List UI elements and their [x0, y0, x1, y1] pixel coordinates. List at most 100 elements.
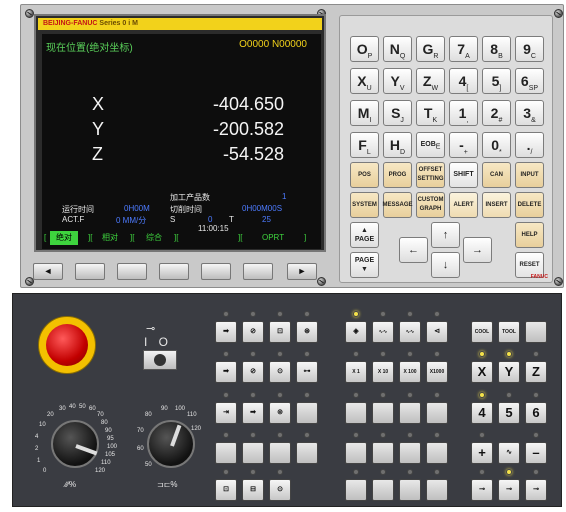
- coolant-button[interactable]: COOL: [471, 321, 493, 343]
- key-dot[interactable]: ./: [515, 132, 544, 158]
- axis-5-button[interactable]: 5: [498, 402, 520, 424]
- axis-z-button[interactable]: Z: [525, 361, 547, 383]
- key-9-C[interactable]: 9C: [515, 36, 544, 62]
- dry-run-button[interactable]: ⊶: [296, 361, 318, 383]
- key-1[interactable]: 1,: [449, 100, 478, 126]
- shift-button[interactable]: SHIFT: [449, 162, 478, 188]
- key-2[interactable]: 2#: [482, 100, 511, 126]
- blank-button[interactable]: [426, 402, 448, 424]
- key-G-R[interactable]: GR: [416, 36, 445, 62]
- jog-minus-button[interactable]: –: [525, 442, 547, 464]
- blank-button[interactable]: [372, 479, 394, 501]
- key-0[interactable]: 0*: [482, 132, 511, 158]
- system-button[interactable]: SYSTEM: [350, 192, 379, 218]
- mode-mdi-button[interactable]: ⊡: [269, 321, 291, 343]
- mode-dnc-button[interactable]: ⊛: [296, 321, 318, 343]
- blank-button[interactable]: [345, 479, 367, 501]
- softkey-oprt[interactable]: OPRT: [262, 231, 284, 245]
- key-5[interactable]: 5]: [482, 68, 511, 94]
- rapid-traverse-button[interactable]: ∿: [498, 442, 520, 464]
- key-M-I[interactable]: MI: [350, 100, 379, 126]
- spindle-stop-button[interactable]: ⊸: [498, 479, 520, 501]
- program-restart-button[interactable]: ⇥: [215, 402, 237, 424]
- key-3[interactable]: 3&: [515, 100, 544, 126]
- blank-button[interactable]: [372, 442, 394, 464]
- axis-x-button[interactable]: X: [471, 361, 493, 383]
- softkey-all[interactable]: 综合: [146, 231, 162, 245]
- key-O-P[interactable]: OP: [350, 36, 379, 62]
- spindle-cw-button[interactable]: ⊸: [471, 479, 493, 501]
- feed-hold-button[interactable]: ⊟: [242, 479, 264, 501]
- blank-button[interactable]: [399, 479, 421, 501]
- help-button[interactable]: HELP: [515, 222, 544, 248]
- key-Z-W[interactable]: ZW: [416, 68, 445, 94]
- key-minus[interactable]: -+: [449, 132, 478, 158]
- handwheel-x1000-button[interactable]: X1000: [426, 361, 448, 383]
- softkey-left-arrow[interactable]: ◄: [33, 263, 63, 280]
- blank-button[interactable]: [242, 442, 264, 464]
- spindle-override-knob[interactable]: [147, 420, 195, 468]
- blank-button[interactable]: [399, 402, 421, 424]
- cursor-down-button[interactable]: ↓: [431, 252, 460, 278]
- inc-jog-button[interactable]: ∿∿: [399, 321, 421, 343]
- mode-auto-button[interactable]: ⊘: [242, 321, 264, 343]
- key-X-U[interactable]: XU: [350, 68, 379, 94]
- feed-override-knob[interactable]: [51, 420, 99, 468]
- softkey-absolute[interactable]: 绝对: [50, 231, 78, 245]
- softkey-4[interactable]: [201, 263, 231, 280]
- key-S-J[interactable]: SJ: [383, 100, 412, 126]
- handwheel-x100-button[interactable]: X 100: [399, 361, 421, 383]
- jog-button[interactable]: ∿∿: [372, 321, 394, 343]
- block-skip-button[interactable]: ⊘: [242, 361, 264, 383]
- softkey-2[interactable]: [117, 263, 147, 280]
- z-lock-button[interactable]: ⊚: [269, 402, 291, 424]
- blank-button[interactable]: [372, 402, 394, 424]
- page-up-button[interactable]: ▲ PAGE: [350, 222, 379, 248]
- spindle-ccw-button[interactable]: ⊸: [525, 479, 547, 501]
- mode-edit-button[interactable]: ➡: [215, 321, 237, 343]
- delete-button[interactable]: DELETE: [515, 192, 544, 218]
- axis-6-button[interactable]: 6: [525, 402, 547, 424]
- key-T-K[interactable]: TK: [416, 100, 445, 126]
- softkey-5[interactable]: [243, 263, 273, 280]
- softkey-right-arrow[interactable]: ►: [287, 263, 317, 280]
- pos-button[interactable]: POS: [350, 162, 379, 188]
- page-down-button[interactable]: PAGE ▼: [350, 252, 379, 278]
- program-protect-keyswitch[interactable]: [143, 350, 177, 370]
- prog-button[interactable]: PROG: [383, 162, 412, 188]
- key-F-L[interactable]: FL: [350, 132, 379, 158]
- key-8-B[interactable]: 8B: [482, 36, 511, 62]
- key-H-D[interactable]: HD: [383, 132, 412, 158]
- alert-button[interactable]: ALERT: [449, 192, 478, 218]
- key-4[interactable]: 4[: [449, 68, 478, 94]
- softkey-1[interactable]: [75, 263, 105, 280]
- softkey-relative[interactable]: 相对: [102, 231, 118, 245]
- cursor-up-button[interactable]: ↑: [431, 222, 460, 248]
- blank-button[interactable]: [525, 321, 547, 343]
- key-6-SP[interactable]: 6SP: [515, 68, 544, 94]
- axis-4-button[interactable]: 4: [471, 402, 493, 424]
- key-Y-V[interactable]: YV: [383, 68, 412, 94]
- blank-button[interactable]: [399, 442, 421, 464]
- blank-button[interactable]: [426, 479, 448, 501]
- cursor-left-button[interactable]: ←: [399, 237, 428, 263]
- program-stop-button[interactable]: ⊙: [269, 479, 291, 501]
- handwheel-x10-button[interactable]: X 10: [372, 361, 394, 383]
- insert-button[interactable]: INSERT: [482, 192, 511, 218]
- key-N-Q[interactable]: NQ: [383, 36, 412, 62]
- blank-button[interactable]: [426, 442, 448, 464]
- can-button[interactable]: CAN: [482, 162, 511, 188]
- cycle-start-button[interactable]: ⊡: [215, 479, 237, 501]
- emergency-stop-button[interactable]: [46, 324, 88, 366]
- cursor-right-button[interactable]: →: [463, 237, 492, 263]
- offset-setting-button[interactable]: OFFSET SETTING: [416, 162, 445, 188]
- handwheel-x1-button[interactable]: X 1: [345, 361, 367, 383]
- custom-graph-button[interactable]: CUSTOM GRAPH: [416, 192, 445, 218]
- key-7-A[interactable]: 7A: [449, 36, 478, 62]
- blank-button[interactable]: [215, 442, 237, 464]
- axis-y-button[interactable]: Y: [498, 361, 520, 383]
- blank-button[interactable]: [345, 442, 367, 464]
- machine-lock-button[interactable]: ➡: [242, 402, 264, 424]
- message-button[interactable]: MESSAGE: [383, 192, 413, 218]
- blank-button[interactable]: [296, 442, 318, 464]
